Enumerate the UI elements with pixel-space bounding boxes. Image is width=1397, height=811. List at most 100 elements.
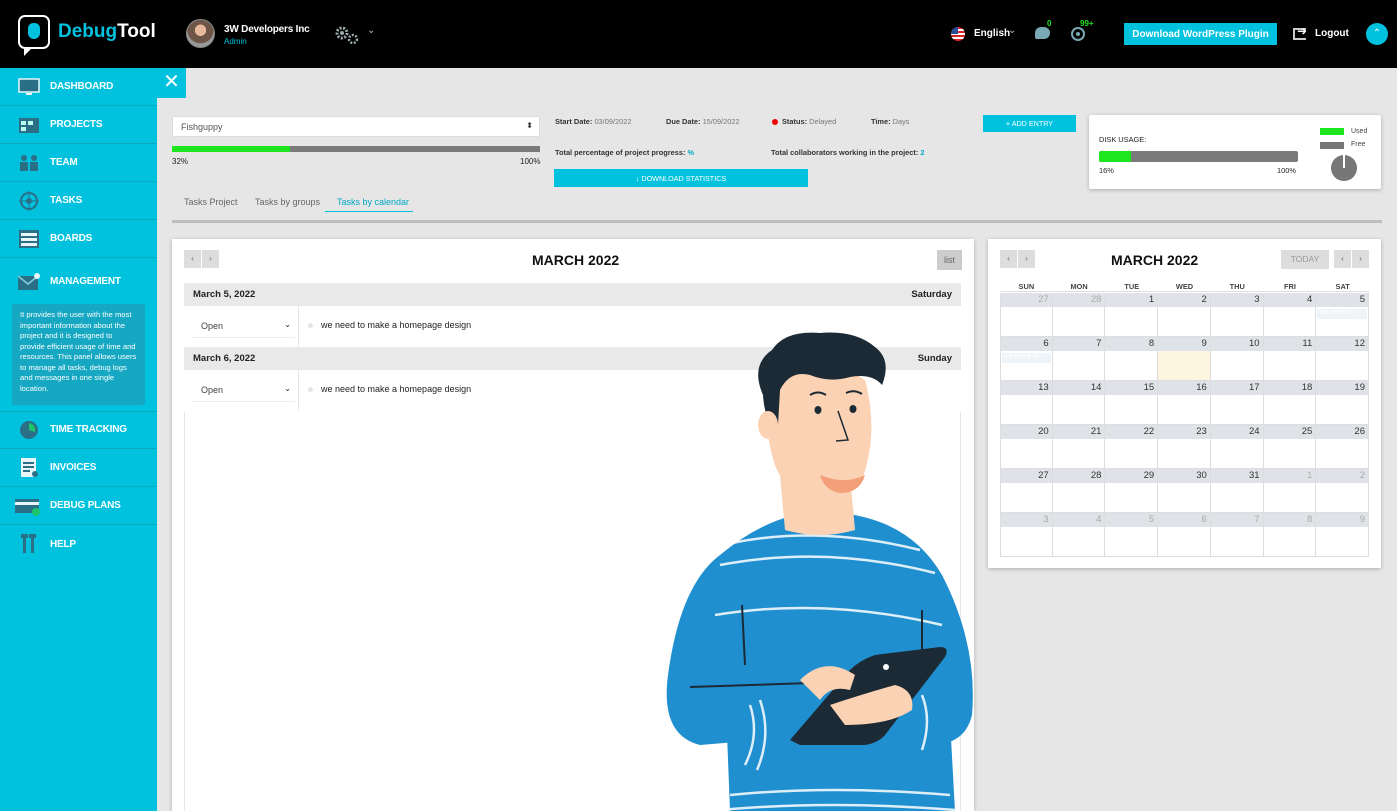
gears-icon[interactable] xyxy=(334,25,360,45)
calendar-day-cell[interactable]: 30 xyxy=(1158,469,1211,513)
calendar-day-cell[interactable]: 18 xyxy=(1263,381,1317,425)
logout-link[interactable]: Logout xyxy=(1315,28,1349,39)
tab-tasks-project[interactable]: Tasks Project xyxy=(184,197,238,207)
calendar-day-cell[interactable]: 13 xyxy=(1000,381,1053,425)
sidebar-item-dashboard[interactable]: DASHBOARD xyxy=(0,68,157,106)
calendar-day-cell[interactable]: 8 xyxy=(1105,337,1159,381)
sidebar-item-boards[interactable]: BOARDS xyxy=(0,220,157,258)
language-chevron-icon[interactable]: ⌄ xyxy=(1008,25,1016,36)
sidebar-item-team[interactable]: TEAM xyxy=(0,144,157,182)
download-wordpress-plugin-button[interactable]: Download WordPress Plugin xyxy=(1124,23,1277,45)
calendar-day-cell[interactable]: 29 xyxy=(1105,469,1159,513)
download-statistics-button[interactable]: ↓ DOWNLOAD STATISTICS xyxy=(554,169,808,187)
calendar-day-cell[interactable]: 3 xyxy=(1000,513,1053,557)
calendar-day-cell[interactable]: 19 xyxy=(1316,381,1369,425)
calendar-day-cell[interactable]: 28 xyxy=(1052,469,1106,513)
calendar-day-cell[interactable]: 10 xyxy=(1210,337,1264,381)
day-number: 22 xyxy=(1105,425,1158,439)
day-number: 17 xyxy=(1210,381,1263,395)
day-weekday: Saturday xyxy=(911,289,952,300)
calendar-day-cell[interactable]: 27 xyxy=(1000,293,1053,337)
sidebar-item-tasks[interactable]: TASKS xyxy=(0,182,157,220)
calendar-day-cell[interactable]: 26 xyxy=(1316,425,1369,469)
project-select[interactable]: Fishguppy ⬍ xyxy=(172,116,540,137)
calendar-day-cell[interactable]: 28 xyxy=(1052,293,1106,337)
calendar-day-cell[interactable]: 20 xyxy=(1000,425,1053,469)
calendar-day-cell[interactable]: 12 xyxy=(1316,337,1369,381)
next-month-button[interactable]: › xyxy=(202,250,219,268)
calendar-day-cell[interactable]: 25 xyxy=(1263,425,1317,469)
calendar-day-cell[interactable]: 2 xyxy=(1158,293,1211,337)
day-number: 31 xyxy=(1210,469,1263,483)
calendar-day-cell[interactable]: 27 xyxy=(1000,469,1053,513)
notifications-icon[interactable] xyxy=(1071,27,1085,41)
status: Status: Delayed xyxy=(772,117,836,126)
add-entry-button[interactable]: + ADD ENTRY xyxy=(983,115,1076,132)
calendar-day-cell[interactable]: 5 we need to xyxy=(1316,293,1369,337)
today-button[interactable]: TODAY xyxy=(1281,250,1329,269)
day-number: 23 xyxy=(1158,425,1210,439)
calendar-day-cell[interactable]: 23 xyxy=(1158,425,1211,469)
close-sidebar-icon[interactable]: ✕ xyxy=(157,68,186,98)
mini-next-month-button[interactable]: › xyxy=(1018,250,1035,268)
event-title[interactable]: we need to make a homepage design xyxy=(321,320,471,330)
logout-icon[interactable] xyxy=(1293,24,1307,40)
scroll-top-button[interactable]: ⌃ xyxy=(1366,23,1388,45)
calendar-day-cell[interactable]: 14 xyxy=(1052,381,1106,425)
event-status-select[interactable]: Open ⌄ xyxy=(192,378,295,402)
weekday-label: SUN xyxy=(1000,282,1053,292)
sidebar-item-label: PROJECTS xyxy=(50,119,103,130)
weekday-label: TUE xyxy=(1105,282,1159,292)
calendar-day-cell[interactable]: 6 we need to xyxy=(1000,337,1053,381)
mini-next-button-right[interactable]: › xyxy=(1352,250,1369,268)
calendar-day-cell[interactable]: 17 xyxy=(1210,381,1264,425)
debugtool-logo[interactable]: DebugTool xyxy=(18,15,156,56)
sidebar-item-debug-plans[interactable]: DEBUG PLANS xyxy=(0,487,157,525)
calendar-event[interactable]: we need to xyxy=(1002,353,1051,363)
calendar-day-cell[interactable]: 4 xyxy=(1263,293,1317,337)
calendar-day-cell[interactable]: 31 xyxy=(1210,469,1264,513)
calendar-day-cell[interactable]: 5 xyxy=(1105,513,1159,557)
event-status-select[interactable]: Open ⌄ xyxy=(192,314,295,338)
calendar-day-cell[interactable]: 7 xyxy=(1052,337,1106,381)
legend-used-swatch xyxy=(1320,128,1344,135)
event-title[interactable]: we need to make a homepage design xyxy=(321,384,471,394)
sidebar-item-time-tracking[interactable]: TIME TRACKING xyxy=(0,411,157,449)
calendar-day-cell[interactable]: 4 xyxy=(1052,513,1106,557)
sidebar-item-help[interactable]: HELP xyxy=(0,525,157,563)
avatar[interactable] xyxy=(186,19,215,48)
calendar-day-cell[interactable]: 1 xyxy=(1263,469,1317,513)
prev-month-button[interactable]: ‹ xyxy=(184,250,201,268)
language-selector[interactable]: English xyxy=(974,28,1010,39)
day-number: 6 xyxy=(1001,337,1052,351)
month-grid: 27 28 1 2 3 4 5 we need to 6 we need to 7 8 9 10 11 12 1… xyxy=(1000,293,1369,557)
calendar-day-cell[interactable]: 22 xyxy=(1105,425,1159,469)
tabs-divider xyxy=(172,220,1382,223)
calendar-day-cell[interactable]: 15 xyxy=(1105,381,1159,425)
calendar-day-cell[interactable]: 16 xyxy=(1158,381,1211,425)
sidebar-item-projects[interactable]: PROJECTS xyxy=(0,106,157,144)
calendar-day-cell[interactable]: 9 xyxy=(1158,337,1211,381)
calendar-day-cell[interactable]: 21 xyxy=(1052,425,1106,469)
mini-prev-button-right[interactable]: ‹ xyxy=(1334,250,1351,268)
calendar-day-cell[interactable]: 9 xyxy=(1316,513,1369,557)
active-tab-underline xyxy=(325,211,413,212)
calendar-day-cell[interactable]: 8 xyxy=(1263,513,1317,557)
calendar-day-cell[interactable]: 24 xyxy=(1210,425,1264,469)
tab-tasks-by-calendar[interactable]: Tasks by calendar xyxy=(337,197,409,207)
sidebar-item-management[interactable]: MANAGEMENT xyxy=(0,258,157,304)
mini-prev-month-button[interactable]: ‹ xyxy=(1000,250,1017,268)
sidebar-item-label: BOARDS xyxy=(50,233,93,244)
list-view-button[interactable]: list xyxy=(937,250,962,270)
messages-icon[interactable] xyxy=(1035,27,1050,39)
sidebar-item-invoices[interactable]: INVOICES xyxy=(0,449,157,487)
calendar-day-cell[interactable]: 2 xyxy=(1316,469,1369,513)
calendar-day-cell[interactable]: 6 xyxy=(1158,513,1211,557)
calendar-event[interactable]: we need to xyxy=(1317,309,1367,319)
company-menu-chevron-icon[interactable]: ⌄ xyxy=(367,25,375,36)
tab-tasks-by-groups[interactable]: Tasks by groups xyxy=(255,197,320,207)
calendar-day-cell[interactable]: 7 xyxy=(1210,513,1264,557)
calendar-day-cell[interactable]: 3 xyxy=(1210,293,1264,337)
calendar-day-cell[interactable]: 1 xyxy=(1105,293,1159,337)
calendar-day-cell[interactable]: 11 xyxy=(1263,337,1317,381)
